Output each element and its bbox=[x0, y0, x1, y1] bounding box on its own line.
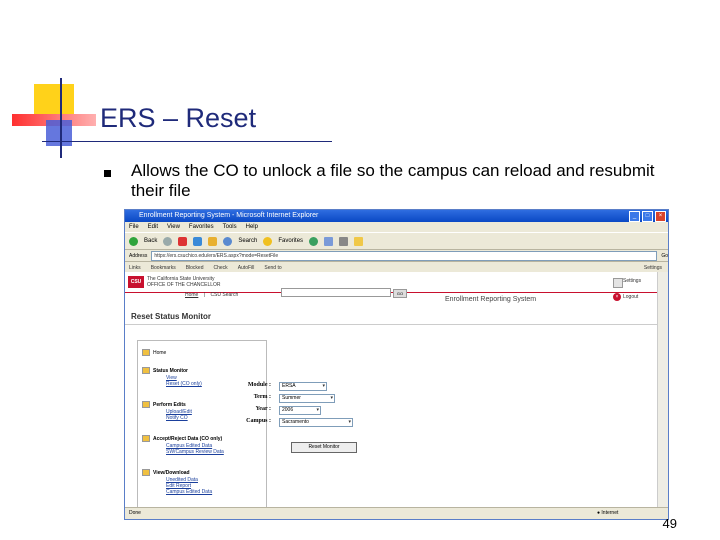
link-settings[interactable]: Settings bbox=[644, 265, 662, 271]
sidebar-item-home[interactable]: Home bbox=[142, 349, 166, 357]
address-bar: Address https://ers.csuchico.edu/ers/ERS… bbox=[125, 250, 668, 262]
status-zone: ● Internet bbox=[597, 508, 618, 519]
folder-icon bbox=[142, 469, 150, 476]
link-send-to[interactable]: Send to bbox=[264, 265, 281, 271]
year-label: Year : bbox=[255, 406, 271, 412]
sidebar-link-campus-edited-data[interactable]: Campus Edited Data bbox=[166, 489, 212, 495]
logo-text: The California State University OFFICE O… bbox=[147, 276, 221, 288]
forward-arrow-icon[interactable] bbox=[163, 236, 173, 246]
term-label: Term : bbox=[253, 394, 271, 400]
sidebar-home-label: Home bbox=[153, 349, 167, 356]
window-titlebar: Enrollment Reporting System - Microsoft … bbox=[125, 210, 668, 222]
menu-bar: File Edit View Favorites Tools Help bbox=[125, 222, 668, 232]
reset-monitor-button[interactable]: Reset Monitor bbox=[291, 442, 357, 453]
site-search-input[interactable] bbox=[281, 288, 391, 297]
back-arrow-icon[interactable] bbox=[129, 236, 138, 246]
maximize-icon[interactable]: □ bbox=[642, 211, 653, 222]
sidebar-section-title: Perform Edits bbox=[153, 401, 186, 408]
link-blocked[interactable]: Blocked bbox=[186, 265, 204, 271]
csu-logo[interactable]: CSU bbox=[128, 276, 144, 288]
settings-icon[interactable] bbox=[613, 278, 623, 288]
status-bar: Done ● Internet bbox=[125, 507, 668, 519]
sidebar-section-accept-reject: Accept/Reject Data (CO only) bbox=[142, 435, 222, 443]
sidebar-link-notify-co[interactable]: Notify CO bbox=[166, 415, 188, 421]
folder-icon[interactable] bbox=[354, 236, 364, 246]
folder-icon bbox=[142, 401, 150, 408]
search-icon[interactable] bbox=[223, 236, 233, 246]
decor-blue-square bbox=[46, 120, 72, 146]
site-nav: Home | CSU Search bbox=[185, 292, 238, 298]
folder-icon bbox=[142, 435, 150, 442]
home-icon[interactable] bbox=[208, 236, 218, 246]
term-select[interactable]: Summer bbox=[279, 394, 335, 403]
logo-subtitle: OFFICE OF THE CHANCELLOR bbox=[147, 282, 221, 288]
sidebar-section-title: Status Monitor bbox=[153, 367, 188, 374]
stop-icon[interactable] bbox=[178, 236, 188, 246]
page-content: CSU The California State University OFFI… bbox=[125, 272, 658, 510]
menu-favorites[interactable]: Favorites bbox=[189, 222, 214, 232]
page-number: 49 bbox=[662, 516, 677, 531]
logout-icon[interactable]: × bbox=[613, 293, 621, 301]
system-title: Enrollment Reporting System bbox=[445, 296, 537, 303]
module-select[interactable]: ERSA bbox=[279, 382, 327, 391]
browser-toolbar: Back Search Favorites bbox=[125, 232, 668, 250]
nav-csu-search[interactable]: CSU Search bbox=[210, 292, 238, 298]
status-text: Done bbox=[129, 510, 141, 516]
menu-tools[interactable]: Tools bbox=[223, 222, 237, 232]
go-button[interactable]: Go bbox=[661, 253, 668, 259]
menu-edit[interactable]: Edit bbox=[148, 222, 158, 232]
sidebar-section-title: View/Download bbox=[153, 469, 190, 476]
menu-view[interactable]: View bbox=[167, 222, 180, 232]
close-icon[interactable]: × bbox=[655, 211, 666, 222]
link-bookmarks[interactable]: Bookmarks bbox=[151, 265, 176, 271]
sidebar-menu: Home Status Monitor View Reset (CO only)… bbox=[137, 340, 267, 510]
menu-file[interactable]: File bbox=[129, 222, 139, 232]
site-go-button[interactable]: GO bbox=[393, 289, 407, 298]
favorites-star-icon[interactable] bbox=[263, 236, 273, 246]
history-icon[interactable] bbox=[309, 236, 319, 246]
sidebar-link-sw-review[interactable]: SW/Campus Review Data bbox=[166, 449, 224, 455]
link-check[interactable]: Check bbox=[214, 265, 228, 271]
home-folder-icon bbox=[142, 349, 150, 356]
address-input[interactable]: https://ers.csuchico.edu/ers/ERS.aspx?mo… bbox=[151, 250, 658, 261]
status-zone-label: Internet bbox=[601, 510, 619, 516]
mail-icon[interactable] bbox=[324, 236, 334, 246]
bullet-text: Allows the CO to unlock a file so the ca… bbox=[131, 161, 655, 200]
title-divider bbox=[42, 141, 332, 142]
favorites-button[interactable]: Favorites bbox=[278, 238, 303, 244]
print-icon[interactable] bbox=[339, 236, 349, 246]
decor-vertical-line bbox=[60, 78, 62, 158]
links-label: Links bbox=[129, 264, 141, 271]
globe-icon: ● bbox=[597, 510, 601, 516]
vertical-scrollbar[interactable] bbox=[657, 272, 668, 508]
link-autofill[interactable]: AutoFill bbox=[238, 265, 255, 271]
settings-link[interactable]: Settings bbox=[623, 278, 641, 285]
sidebar-link-reset[interactable]: Reset (CO only) bbox=[166, 381, 202, 387]
year-select[interactable]: 2006 bbox=[279, 406, 321, 415]
heading-divider bbox=[125, 324, 658, 325]
address-label: Address bbox=[129, 252, 148, 259]
window-title: Enrollment Reporting System - Microsoft … bbox=[139, 212, 319, 219]
search-button[interactable]: Search bbox=[238, 238, 257, 244]
sidebar-section-view-download: View/Download bbox=[142, 469, 190, 477]
sidebar-section-title: Accept/Reject Data (CO only) bbox=[153, 435, 223, 442]
logout-link[interactable]: Logout bbox=[623, 294, 638, 301]
module-label: Module : bbox=[247, 382, 271, 388]
bullet-icon bbox=[104, 170, 111, 177]
back-button[interactable]: Back bbox=[144, 238, 157, 244]
slide-title: ERS – Reset bbox=[100, 103, 257, 133]
sidebar-section-edits: Perform Edits bbox=[142, 401, 186, 409]
page-heading: Reset Status Monitor bbox=[131, 312, 212, 321]
nav-home[interactable]: Home bbox=[185, 292, 198, 298]
sidebar-section-status: Status Monitor bbox=[142, 367, 188, 375]
menu-help[interactable]: Help bbox=[246, 222, 258, 232]
browser-window: Enrollment Reporting System - Microsoft … bbox=[124, 209, 669, 520]
folder-icon bbox=[142, 367, 150, 374]
campus-select[interactable]: Sacramento bbox=[279, 418, 353, 427]
refresh-icon[interactable] bbox=[193, 236, 203, 246]
nav-separator: | bbox=[203, 292, 206, 298]
minimize-icon[interactable]: _ bbox=[629, 211, 640, 222]
campus-label: Campus : bbox=[246, 418, 271, 424]
